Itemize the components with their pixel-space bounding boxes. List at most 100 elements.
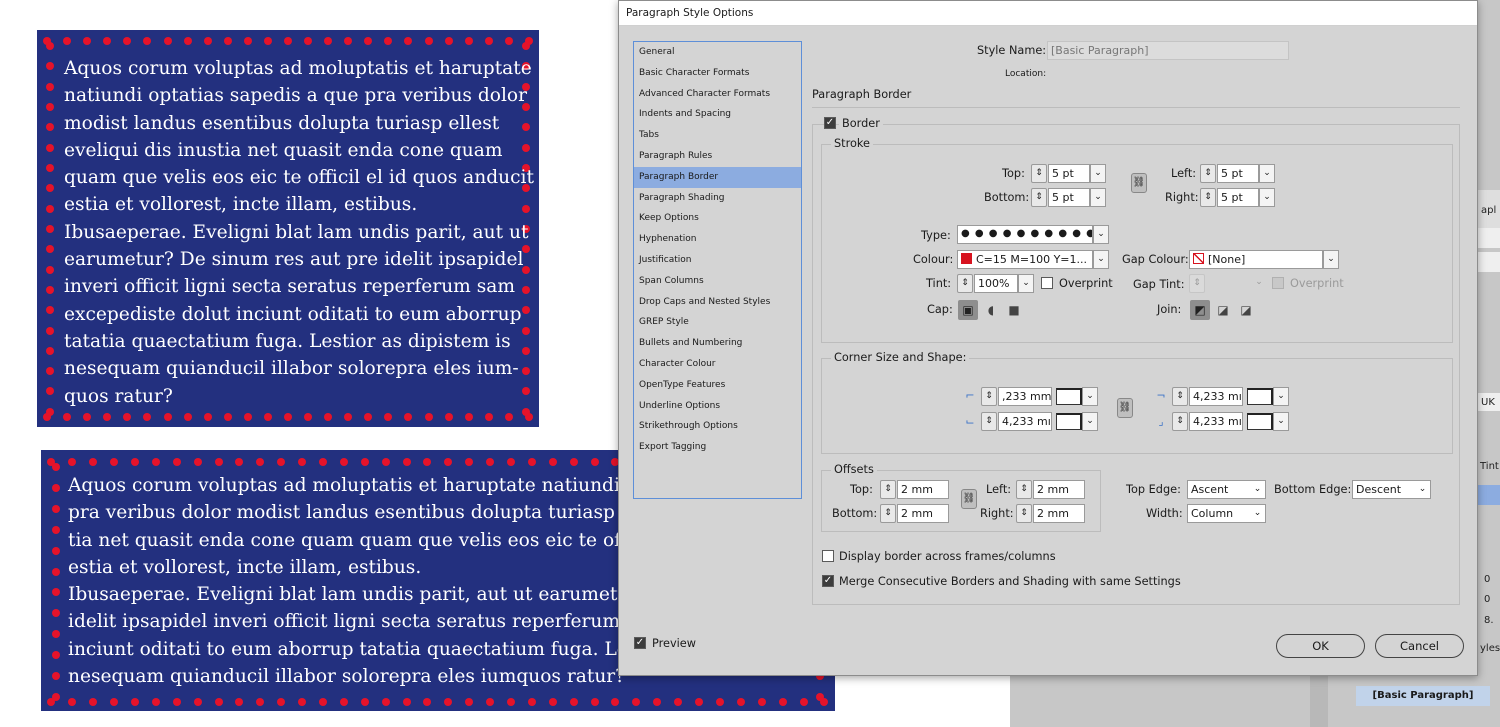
panel-field[interactable] <box>1476 228 1500 248</box>
cap-butt-icon[interactable]: ▣ <box>958 300 978 320</box>
stroke-bottom-stepper[interactable]: ⇕ <box>1031 188 1047 207</box>
corner-br-shape-icon[interactable] <box>1247 413 1273 430</box>
category-paragraph-border[interactable]: Paragraph Border <box>634 166 801 188</box>
category-drop-caps[interactable]: Drop Caps and Nested Styles <box>634 292 801 313</box>
preview-checkbox[interactable]: ✓ <box>634 637 646 649</box>
border-dot <box>263 413 272 421</box>
stroke-top-dropdown[interactable]: ⌄ <box>1090 164 1106 183</box>
style-name-field[interactable]: [Basic Paragraph] <box>1047 41 1289 60</box>
offset-right-stepper[interactable]: ⇕ <box>1016 504 1032 523</box>
offset-bottom-stepper[interactable]: ⇕ <box>880 504 896 523</box>
category-underline-options[interactable]: Underline Options <box>634 396 801 417</box>
gap-overprint-checkbox[interactable] <box>1272 277 1284 289</box>
category-keep-options[interactable]: Keep Options <box>634 208 801 229</box>
bottom-edge-select[interactable]: Descent <box>1352 480 1416 499</box>
category-general[interactable]: General <box>634 42 801 63</box>
category-justification[interactable]: Justification <box>634 250 801 271</box>
category-tabs[interactable]: Tabs <box>634 125 801 146</box>
stroke-bottom-dropdown[interactable]: ⌄ <box>1090 188 1106 207</box>
stroke-right-stepper[interactable]: ⇕ <box>1200 188 1216 207</box>
corner-tr-input[interactable]: 4,233 mı <box>1189 387 1243 406</box>
stroke-right-input[interactable]: 5 pt <box>1217 188 1259 207</box>
scrollbar[interactable] <box>1310 676 1328 727</box>
type-select[interactable]: ● ● ● ● ● ● ● ● ● ● <box>957 225 1093 244</box>
border-checkbox[interactable]: ✓ <box>824 117 836 129</box>
corner-tl-dropdown[interactable]: ⌄ <box>1082 387 1098 406</box>
overprint-checkbox[interactable] <box>1041 277 1053 289</box>
category-basic-character-formats[interactable]: Basic Character Formats <box>634 63 801 84</box>
stroke-left-stepper[interactable]: ⇕ <box>1200 164 1216 183</box>
corner-bl-dropdown[interactable]: ⌄ <box>1082 412 1098 431</box>
width-dropdown[interactable]: ⌄ <box>1250 504 1266 523</box>
corner-bl-stepper[interactable]: ⇕ <box>981 412 997 431</box>
join-bevel-icon[interactable]: ◪ <box>1236 300 1256 320</box>
text-frame-1[interactable]: Aquos corum voluptas ad moluptatis et ha… <box>37 30 539 427</box>
corner-bl-shape-icon[interactable] <box>1056 413 1082 430</box>
category-export-tagging[interactable]: Export Tagging <box>634 437 801 458</box>
border-dot <box>52 546 60 555</box>
corner-tr-shape-icon[interactable] <box>1247 388 1273 405</box>
panel-selection[interactable] <box>1476 485 1500 505</box>
merge-checkbox[interactable]: ✓ <box>822 575 834 587</box>
width-select[interactable]: Column <box>1187 504 1251 523</box>
stroke-bottom-input[interactable]: 5 pt <box>1048 188 1090 207</box>
corner-tr-dropdown[interactable]: ⌄ <box>1273 387 1289 406</box>
category-span-columns[interactable]: Span Columns <box>634 271 801 292</box>
panel-field[interactable] <box>1476 252 1500 272</box>
offset-right-input[interactable]: 2 mm <box>1033 504 1085 523</box>
offset-left-input[interactable]: 2 mm <box>1033 480 1085 499</box>
top-edge-select[interactable]: Ascent <box>1187 480 1251 499</box>
offset-link-icon[interactable]: ⛓ <box>961 489 977 509</box>
corner-br-input[interactable]: 4,233 mı <box>1189 412 1243 431</box>
category-grep-style[interactable]: GREP Style <box>634 312 801 333</box>
stroke-left-dropdown[interactable]: ⌄ <box>1259 164 1275 183</box>
category-opentype-features[interactable]: OpenType Features <box>634 375 801 396</box>
category-paragraph-shading[interactable]: Paragraph Shading <box>634 188 801 209</box>
border-dot <box>444 413 453 421</box>
category-strikethrough-options[interactable]: Strikethrough Options <box>634 416 801 437</box>
category-indents-and-spacing[interactable]: Indents and Spacing <box>634 104 801 125</box>
corner-tl-stepper[interactable]: ⇕ <box>981 387 997 406</box>
gap-tint-dropdown[interactable]: ⌄ <box>1251 274 1267 293</box>
ok-button[interactable]: OK <box>1276 634 1365 658</box>
colour-dropdown[interactable]: ⌄ <box>1093 250 1109 269</box>
category-paragraph-rules[interactable]: Paragraph Rules <box>634 146 801 167</box>
bottom-edge-dropdown[interactable]: ⌄ <box>1415 480 1431 499</box>
corner-link-icon[interactable]: ⛓ <box>1117 398 1133 418</box>
stroke-link-icon[interactable]: ⛓ <box>1131 173 1147 193</box>
stroke-left-input[interactable]: 5 pt <box>1217 164 1259 183</box>
corner-br-dropdown[interactable]: ⌄ <box>1273 412 1289 431</box>
offset-left-stepper[interactable]: ⇕ <box>1016 480 1032 499</box>
cap-projecting-icon[interactable]: ■ <box>1004 300 1024 320</box>
stroke-top-stepper[interactable]: ⇕ <box>1031 164 1047 183</box>
offset-top-input[interactable]: 2 mm <box>897 480 949 499</box>
offset-bottom-input[interactable]: 2 mm <box>897 504 949 523</box>
gap-colour-select[interactable]: [None] <box>1189 250 1323 269</box>
display-across-checkbox[interactable] <box>822 550 834 562</box>
offset-top-stepper[interactable]: ⇕ <box>880 480 896 499</box>
cap-round-icon[interactable]: ◖ <box>981 300 1001 320</box>
stroke-right-dropdown[interactable]: ⌄ <box>1259 188 1275 207</box>
category-advanced-character-formats[interactable]: Advanced Character Formats <box>634 84 801 105</box>
style-item-basic-paragraph[interactable]: [Basic Paragraph] <box>1356 686 1490 706</box>
gap-tint-stepper[interactable]: ⇕ <box>1189 274 1205 293</box>
colour-select[interactable]: C=15 M=100 Y=1... <box>957 250 1093 269</box>
stroke-top-input[interactable]: 5 pt <box>1048 164 1090 183</box>
corner-tl-input[interactable]: ,233 mm <box>998 387 1052 406</box>
corner-bl-input[interactable]: 4,233 mı <box>998 412 1052 431</box>
category-hyphenation[interactable]: Hyphenation <box>634 229 801 250</box>
corner-br-stepper[interactable]: ⇕ <box>1172 412 1188 431</box>
tint-input[interactable]: 100% <box>974 274 1018 293</box>
gap-colour-dropdown[interactable]: ⌄ <box>1323 250 1339 269</box>
category-character-colour[interactable]: Character Colour <box>634 354 801 375</box>
join-miter-icon[interactable]: ◩ <box>1190 300 1210 320</box>
join-round-icon[interactable]: ◪ <box>1213 300 1233 320</box>
type-dropdown[interactable]: ⌄ <box>1093 225 1109 244</box>
corner-tr-stepper[interactable]: ⇕ <box>1172 387 1188 406</box>
cancel-button[interactable]: Cancel <box>1375 634 1464 658</box>
tint-stepper[interactable]: ⇕ <box>957 274 973 293</box>
tint-dropdown[interactable]: ⌄ <box>1018 274 1034 293</box>
top-edge-dropdown[interactable]: ⌄ <box>1250 480 1266 499</box>
corner-tl-shape-icon[interactable] <box>1056 388 1082 405</box>
category-bullets-and-numbering[interactable]: Bullets and Numbering <box>634 333 801 354</box>
